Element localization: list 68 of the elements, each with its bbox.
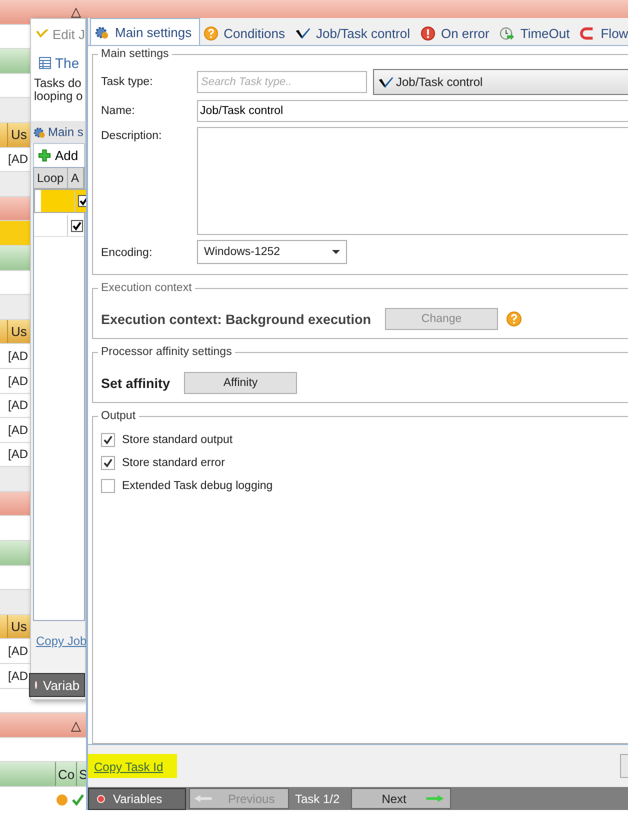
grid-row[interactable] [34, 215, 84, 237]
search-field[interactable]: Search Task type.. [197, 71, 367, 93]
column-header[interactable]: A [68, 168, 84, 188]
checkbox-label[interactable]: Extended Task debug logging [122, 480, 273, 492]
variables-button[interactable]: Variables [88, 788, 186, 810]
section-title: Output [100, 410, 137, 422]
collapse-mark[interactable]: △ [71, 718, 81, 733]
copy-task-id-link[interactable]: Copy Task Id [88, 754, 178, 778]
gear-icon [33, 126, 46, 138]
caret-icon [332, 250, 340, 254]
field-label: Description: [101, 129, 163, 142]
table-cell-text: [AD [7, 422, 28, 437]
next-button[interactable]: Next [350, 788, 451, 809]
checkbox-label[interactable]: Store standard error [122, 456, 225, 468]
field-label: Name: [101, 105, 136, 117]
help-icon [202, 26, 219, 40]
checkbox[interactable] [101, 478, 115, 492]
column-header [0, 320, 7, 344]
column-header[interactable]: Loop [34, 168, 68, 188]
column-header[interactable]: Co [55, 762, 76, 786]
checkbox[interactable] [101, 456, 115, 470]
variables-button[interactable]: Variab [29, 673, 85, 697]
logo-icon [35, 28, 50, 40]
description-text: Tasks do looping o [31, 75, 85, 121]
task-type-dropdown[interactable]: Job/Task control [373, 69, 628, 95]
table-cell-text: [AD [7, 152, 28, 166]
checkmark-logo-icon [378, 74, 394, 90]
affinity-label: Set affinity [101, 376, 170, 390]
gear-icon [94, 24, 110, 40]
table-cell-text: [AD [7, 644, 28, 658]
left-arrow-icon [194, 795, 212, 802]
checkbox[interactable] [101, 432, 115, 446]
tab[interactable]: Main settings [90, 18, 200, 45]
right-arrow-icon [426, 795, 444, 802]
warning-icon [56, 794, 68, 806]
section-title: Execution context [100, 282, 193, 294]
table-cell-text: [AD [7, 668, 28, 683]
plus-icon [38, 149, 51, 162]
help-icon[interactable] [506, 311, 522, 327]
field-label: Encoding: [101, 247, 154, 259]
section-title: Processor affinity settings [100, 346, 233, 358]
window-title: Edit J [52, 26, 85, 42]
table-cell-text: [AD [7, 447, 28, 462]
dropdown-value: Job/Task control [396, 75, 483, 89]
execution-context-text: Execution context: Background execution [101, 312, 372, 326]
error-icon [420, 26, 436, 40]
tab[interactable]: Main s [31, 121, 85, 143]
checkbox-label[interactable]: Store standard output [122, 434, 233, 446]
table-cell-text: [AD [7, 398, 28, 412]
name-field[interactable]: Job/Task control [197, 100, 628, 122]
section-title: Main settings [100, 48, 170, 60]
table-cell-text: [AD [7, 374, 28, 388]
collapse-mark[interactable]: △ [71, 4, 81, 20]
section-heading: The [55, 55, 80, 71]
add-button[interactable]: Add [33, 143, 85, 167]
encoding-dropdown[interactable]: Windows-1252 [197, 240, 347, 264]
table-icon [39, 57, 51, 69]
checkbox[interactable] [71, 220, 83, 232]
affinity-button[interactable]: Affinity [184, 372, 298, 394]
copy-job-link[interactable]: Copy Job [33, 634, 85, 648]
checkmark-icon [72, 794, 84, 806]
task-counter: Task 1/2 [294, 792, 341, 806]
column-header [0, 614, 7, 638]
description-field[interactable] [197, 127, 628, 235]
checkmark-logo-icon [295, 26, 312, 40]
table-cell-text: [AD [7, 349, 28, 364]
field-label: Task type: [101, 76, 154, 88]
column-header [0, 122, 7, 147]
